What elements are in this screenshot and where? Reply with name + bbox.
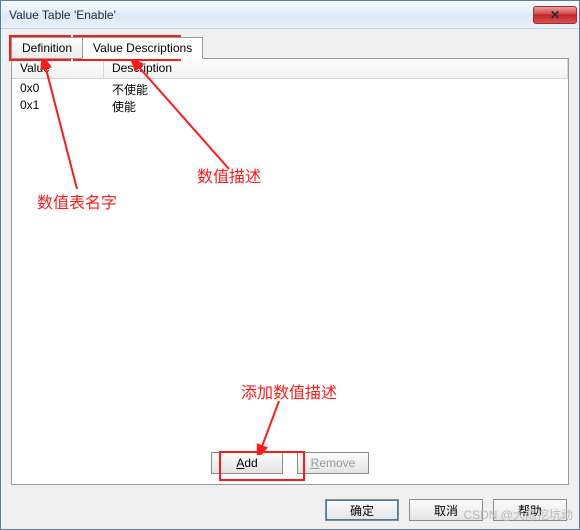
tab-value-descriptions[interactable]: Value Descriptions (82, 37, 203, 59)
cell-description: 使能 (104, 98, 568, 115)
close-icon: ✕ (550, 8, 560, 22)
col-description[interactable]: Description (104, 59, 568, 78)
cell-value: 0x1 (12, 98, 104, 115)
ok-button[interactable]: 确定 (325, 499, 399, 521)
close-button[interactable]: ✕ (533, 6, 577, 24)
table-row[interactable]: 0x0 不使能 (12, 81, 568, 98)
title-bar: Value Table 'Enable' ✕ (1, 1, 579, 29)
list-body: 0x0 不使能 0x1 使能 (12, 79, 568, 117)
add-button[interactable]: Add (211, 452, 283, 474)
cell-value: 0x0 (12, 81, 104, 98)
button-label-rest: emove (319, 456, 355, 470)
window-title: Value Table 'Enable' (9, 8, 116, 22)
mnemonic: R (311, 456, 320, 470)
descriptions-panel: Value Description 0x0 不使能 0x1 使能 Add Rem (11, 58, 569, 485)
panel-button-row: Add Remove (12, 452, 568, 474)
button-label-rest: dd (244, 456, 257, 470)
tab-strip: Definition Value Descriptions (11, 37, 203, 59)
dialog-footer: 确定 取消 帮助 (1, 499, 579, 521)
col-value[interactable]: Value (12, 59, 104, 78)
table-row[interactable]: 0x1 使能 (12, 98, 568, 115)
tab-label: Value Descriptions (93, 41, 192, 55)
dialog-window: Value Table 'Enable' ✕ Definition Value … (0, 0, 580, 530)
cancel-button[interactable]: 取消 (409, 499, 483, 521)
tab-label: Definition (22, 41, 72, 55)
list-header: Value Description (12, 59, 568, 79)
client-area: Definition Value Descriptions Value Desc… (1, 29, 579, 529)
tab-definition[interactable]: Definition (11, 37, 83, 59)
help-button[interactable]: 帮助 (493, 499, 567, 521)
remove-button[interactable]: Remove (297, 452, 369, 474)
cell-description: 不使能 (104, 81, 568, 98)
